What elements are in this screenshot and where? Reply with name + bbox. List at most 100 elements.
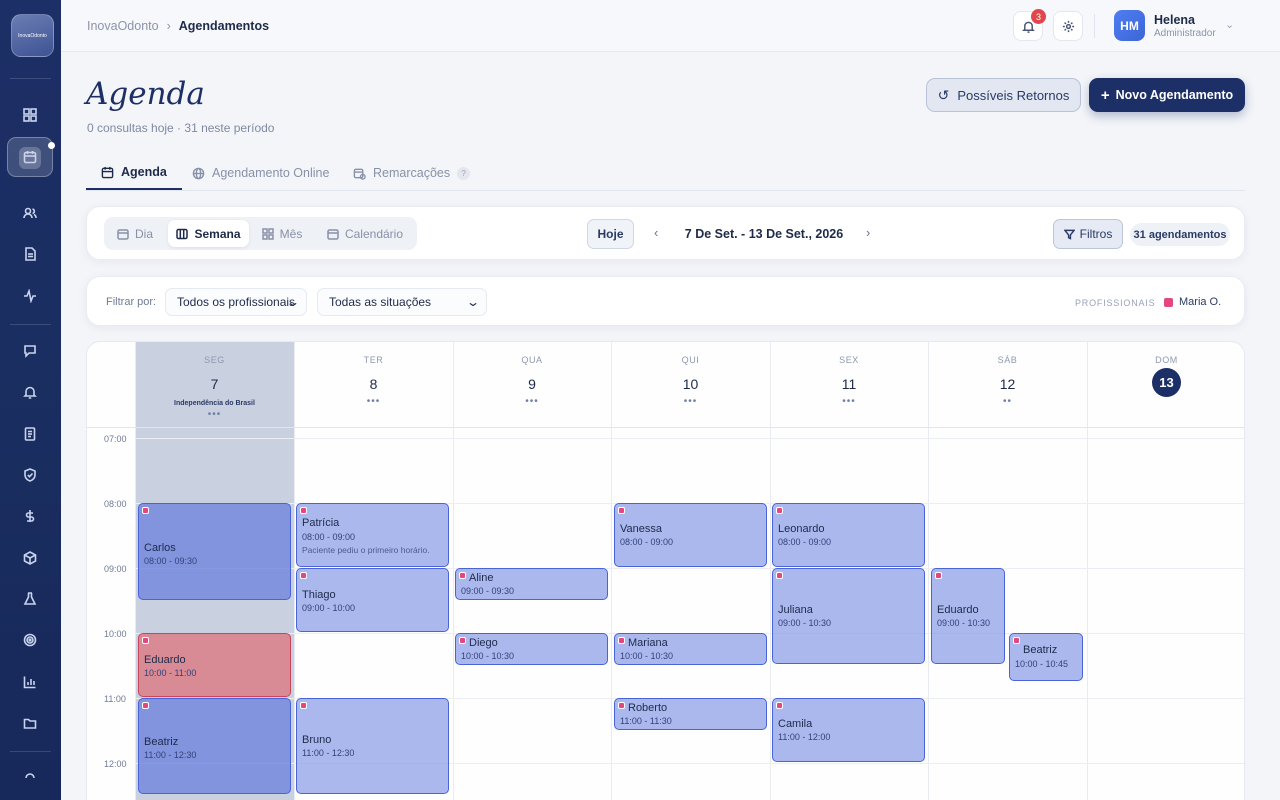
professional-select-value: Todos os profissionais: [177, 295, 296, 309]
notifications-button[interactable]: 3: [1013, 9, 1046, 41]
professional-marker: [1013, 637, 1020, 644]
target-icon[interactable]: [18, 628, 42, 652]
avatar[interactable]: HM: [1114, 10, 1145, 41]
appointment-card[interactable]: Eduardo 09:00 - 10:30: [931, 568, 1005, 664]
bar-chart-icon[interactable]: [18, 670, 42, 694]
appointment-card[interactable]: Mariana 10:00 - 10:30: [614, 633, 767, 665]
chevron-down-icon[interactable]: ⌄: [1225, 18, 1234, 31]
professional-marker: [300, 702, 307, 709]
shield-icon[interactable]: [18, 463, 42, 487]
date-range: 7 De Set. - 13 De Set., 2026: [684, 227, 844, 241]
flask-icon[interactable]: [18, 587, 42, 611]
appointment-card[interactable]: Patrícia 08:00 - 09:00 Paciente pediu o …: [296, 503, 449, 567]
patient-name: Eduardo: [937, 604, 979, 616]
user-role: Administrador: [1154, 28, 1216, 39]
folder-icon[interactable]: [18, 711, 42, 735]
possible-returns-button[interactable]: ↺ Possíveis Retornos: [926, 78, 1081, 112]
grid-line: [135, 438, 1244, 439]
more-icon[interactable]: [18, 765, 42, 789]
day-dots: •••: [366, 396, 381, 407]
day-dots: •••: [842, 396, 856, 407]
view-label: Mês: [279, 226, 303, 241]
appointment-card[interactable]: Beatriz 10:00 - 10:45: [1009, 633, 1083, 681]
grid-line: [453, 342, 454, 800]
today-button[interactable]: Hoje: [587, 219, 634, 249]
grid-icon[interactable]: [18, 103, 42, 127]
hour-label: 07:00: [104, 434, 127, 444]
sidebar-item-agenda[interactable]: [7, 137, 55, 177]
appointment-card[interactable]: Roberto 11:00 - 11:30: [614, 698, 767, 730]
appointment-time: 11:00 - 12:30: [302, 748, 355, 758]
professional-select[interactable]: Todos os profissionais ⌄: [165, 288, 307, 316]
box-icon[interactable]: [18, 546, 42, 570]
new-appointment-button[interactable]: + Novo Agendamento: [1089, 78, 1245, 112]
appointment-card[interactable]: Aline 09:00 - 09:30: [455, 568, 608, 600]
professional-chip-label: Maria O.: [1179, 296, 1222, 308]
professional-marker: [618, 637, 625, 644]
message-icon[interactable]: [18, 339, 42, 363]
day-number: 9: [528, 376, 536, 392]
hour-label: 12:00: [104, 759, 127, 769]
professional-marker: [459, 637, 466, 644]
day-header-thu[interactable]: QUI 10 •••: [611, 342, 770, 427]
chevron-right-icon[interactable]: ›: [866, 225, 870, 240]
appointment-card[interactable]: Juliana 09:00 - 10:30: [772, 568, 925, 664]
day-dots: •••: [683, 396, 698, 407]
status-select[interactable]: Todas as situações ⌄: [317, 288, 487, 316]
possible-returns-label: Possíveis Retornos: [957, 87, 1070, 103]
day-header-tue[interactable]: TER 8 •••: [294, 342, 453, 427]
appointment-card[interactable]: Diego 10:00 - 10:30: [455, 633, 608, 665]
day-header-sat[interactable]: SÁB 12 ••: [928, 342, 1087, 427]
user-name[interactable]: Helena: [1154, 13, 1195, 27]
dollar-icon[interactable]: [18, 504, 42, 528]
day-header-wed[interactable]: QUA 9 •••: [453, 342, 611, 427]
help-icon[interactable]: ?: [457, 166, 471, 180]
day-name: SEG: [204, 355, 225, 365]
day-name: SEX: [839, 355, 859, 365]
grid-line: [87, 427, 1244, 428]
receipt-icon[interactable]: [18, 422, 42, 446]
professional-marker: [459, 572, 466, 579]
tab-online-booking[interactable]: Agendamento Online: [192, 156, 329, 190]
calendar-icon: [101, 166, 114, 178]
appointment-card[interactable]: Beatriz 11:00 - 12:30: [138, 698, 291, 794]
view-month-button[interactable]: Mês: [257, 220, 307, 247]
day-header-fri[interactable]: SEX 11 •••: [770, 342, 928, 427]
app-logo[interactable]: InovaOdonto: [11, 14, 54, 57]
patient-name: Aline: [469, 572, 494, 584]
professional-chip[interactable]: Maria O.: [1164, 296, 1221, 308]
gear-icon: [1062, 20, 1074, 32]
day-header-sun[interactable]: DOM 13: [1087, 342, 1244, 427]
view-label: Calendário: [344, 226, 404, 241]
users-icon[interactable]: [18, 201, 42, 225]
alarm-icon[interactable]: [18, 380, 42, 404]
calendar-icon: [327, 228, 339, 240]
day-dots: ••: [1002, 396, 1012, 407]
professional-marker: [142, 637, 149, 644]
logo-text: InovaOdonto: [18, 32, 47, 39]
view-week-button[interactable]: Semana: [168, 220, 249, 247]
breadcrumb-current: Agendamentos: [178, 19, 270, 33]
patient-name: Beatriz: [1023, 644, 1058, 656]
day-header-mon[interactable]: SEG 7 Independência do Brasil •••: [135, 342, 294, 427]
document-icon[interactable]: [18, 242, 42, 266]
appointment-card[interactable]: Vanessa 08:00 - 09:00: [614, 503, 767, 567]
sidebar-divider: [10, 751, 51, 752]
appointment-card[interactable]: Eduardo 10:00 - 11:00: [138, 633, 291, 697]
appointment-card[interactable]: Leonardo 08:00 - 09:00: [772, 503, 925, 567]
tab-reschedules[interactable]: Remarcações ?: [353, 156, 471, 190]
appointment-card[interactable]: Thiago 09:00 - 10:00: [296, 568, 449, 632]
activity-icon[interactable]: [18, 284, 42, 308]
day-number: 12: [999, 376, 1016, 392]
appointment-card[interactable]: Bruno 11:00 - 12:30: [296, 698, 449, 794]
filters-button[interactable]: Filtros: [1053, 219, 1123, 249]
appointment-card[interactable]: Camila 11:00 - 12:00: [772, 698, 925, 762]
view-day-button[interactable]: Dia: [110, 220, 160, 247]
settings-button[interactable]: [1053, 11, 1083, 41]
hour-label: 11:00: [104, 694, 126, 704]
view-calendar-button[interactable]: Calendário: [317, 220, 413, 247]
appointment-card[interactable]: Carlos 08:00 - 09:30: [138, 503, 291, 600]
breadcrumb-root[interactable]: InovaOdonto: [87, 19, 159, 33]
grid-line: [770, 342, 771, 800]
tab-agenda[interactable]: Agenda: [86, 156, 182, 190]
